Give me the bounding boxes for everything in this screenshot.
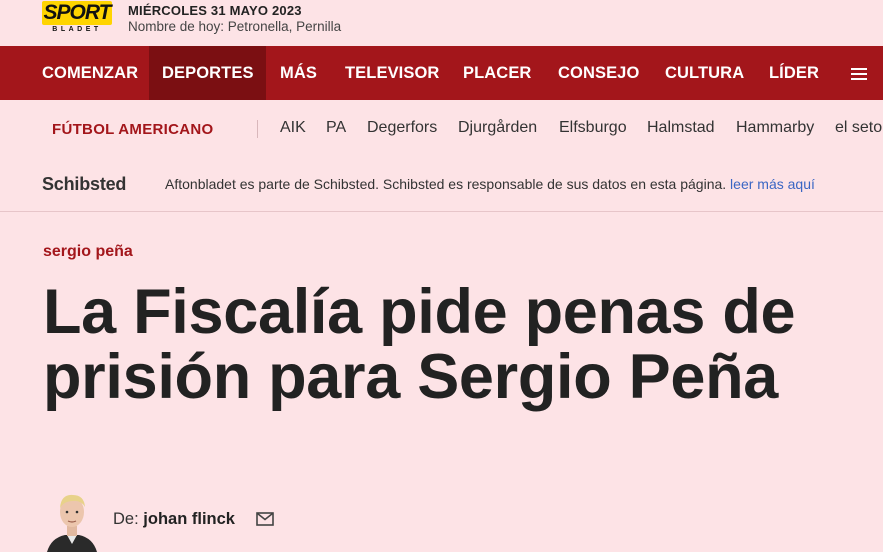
mail-icon[interactable] bbox=[256, 512, 274, 526]
nav-item-mas[interactable]: MÁS bbox=[267, 46, 330, 100]
schibsted-text: Aftonbladet es parte de Schibsted. Schib… bbox=[165, 176, 727, 192]
nav-item-deportes[interactable]: DEPORTES bbox=[149, 46, 266, 100]
hamburger-icon[interactable] bbox=[851, 68, 867, 80]
schibsted-text-row: Aftonbladet es parte de Schibsted. Schib… bbox=[165, 176, 815, 192]
byline-prefix: De: bbox=[113, 510, 139, 528]
nav-item-comenzar[interactable]: COMENZAR bbox=[29, 46, 151, 100]
logo-word: SPORT bbox=[42, 1, 112, 25]
sportbladet-logo[interactable]: SPORT BLADET bbox=[42, 1, 112, 35]
nav-item-lider[interactable]: LÍDER bbox=[756, 46, 832, 100]
article-headline: La Fiscalía pide penas de prisión para S… bbox=[43, 277, 796, 412]
team-link[interactable]: Degerfors bbox=[367, 119, 437, 137]
nav-item-placer[interactable]: PLACER bbox=[450, 46, 544, 100]
team-link[interactable]: el seto bbox=[835, 119, 882, 137]
team-link[interactable]: AIK bbox=[280, 119, 306, 137]
byline-text: De: johan flinck bbox=[113, 510, 235, 529]
team-link[interactable]: Halmstad bbox=[647, 119, 715, 137]
nav-item-cultura[interactable]: CULTURA bbox=[652, 46, 757, 100]
top-bar: SPORT BLADET MIÉRCOLES 31 MAYO 2023 Nomb… bbox=[0, 0, 883, 46]
byline: De: johan flinck bbox=[43, 488, 883, 552]
schibsted-logo: Schibsted bbox=[42, 174, 127, 194]
team-link[interactable]: Djurgården bbox=[458, 119, 537, 137]
nav-item-televisor[interactable]: TELEVISOR bbox=[332, 46, 452, 100]
author-avatar[interactable] bbox=[43, 488, 101, 552]
logo-sub: BLADET bbox=[52, 26, 102, 33]
nav-item-consejo[interactable]: CONSEJO bbox=[545, 46, 652, 100]
author-name[interactable]: johan flinck bbox=[143, 510, 235, 528]
section-title[interactable]: FÚTBOL AMERICANO bbox=[52, 121, 213, 138]
names-of-day: Nombre de hoy: Petronella, Pernilla bbox=[128, 19, 342, 34]
team-link[interactable]: Hammarby bbox=[736, 119, 814, 137]
subnav-divider bbox=[257, 120, 258, 138]
team-link[interactable]: Elfsburgo bbox=[559, 119, 627, 137]
schibsted-notice: Schibsted Aftonbladet es parte de Schibs… bbox=[0, 156, 883, 212]
read-more-link[interactable]: leer más aquí bbox=[730, 176, 815, 192]
main-nav: COMENZAR DEPORTES MÁS TELEVISOR PLACER C… bbox=[0, 46, 883, 100]
article-kicker[interactable]: sergio peña bbox=[43, 243, 133, 261]
sub-nav: FÚTBOL AMERICANO AIK PA Degerfors Djurgå… bbox=[0, 100, 883, 156]
current-date: MIÉRCOLES 31 MAYO 2023 bbox=[128, 3, 302, 18]
team-link[interactable]: PA bbox=[326, 119, 346, 137]
